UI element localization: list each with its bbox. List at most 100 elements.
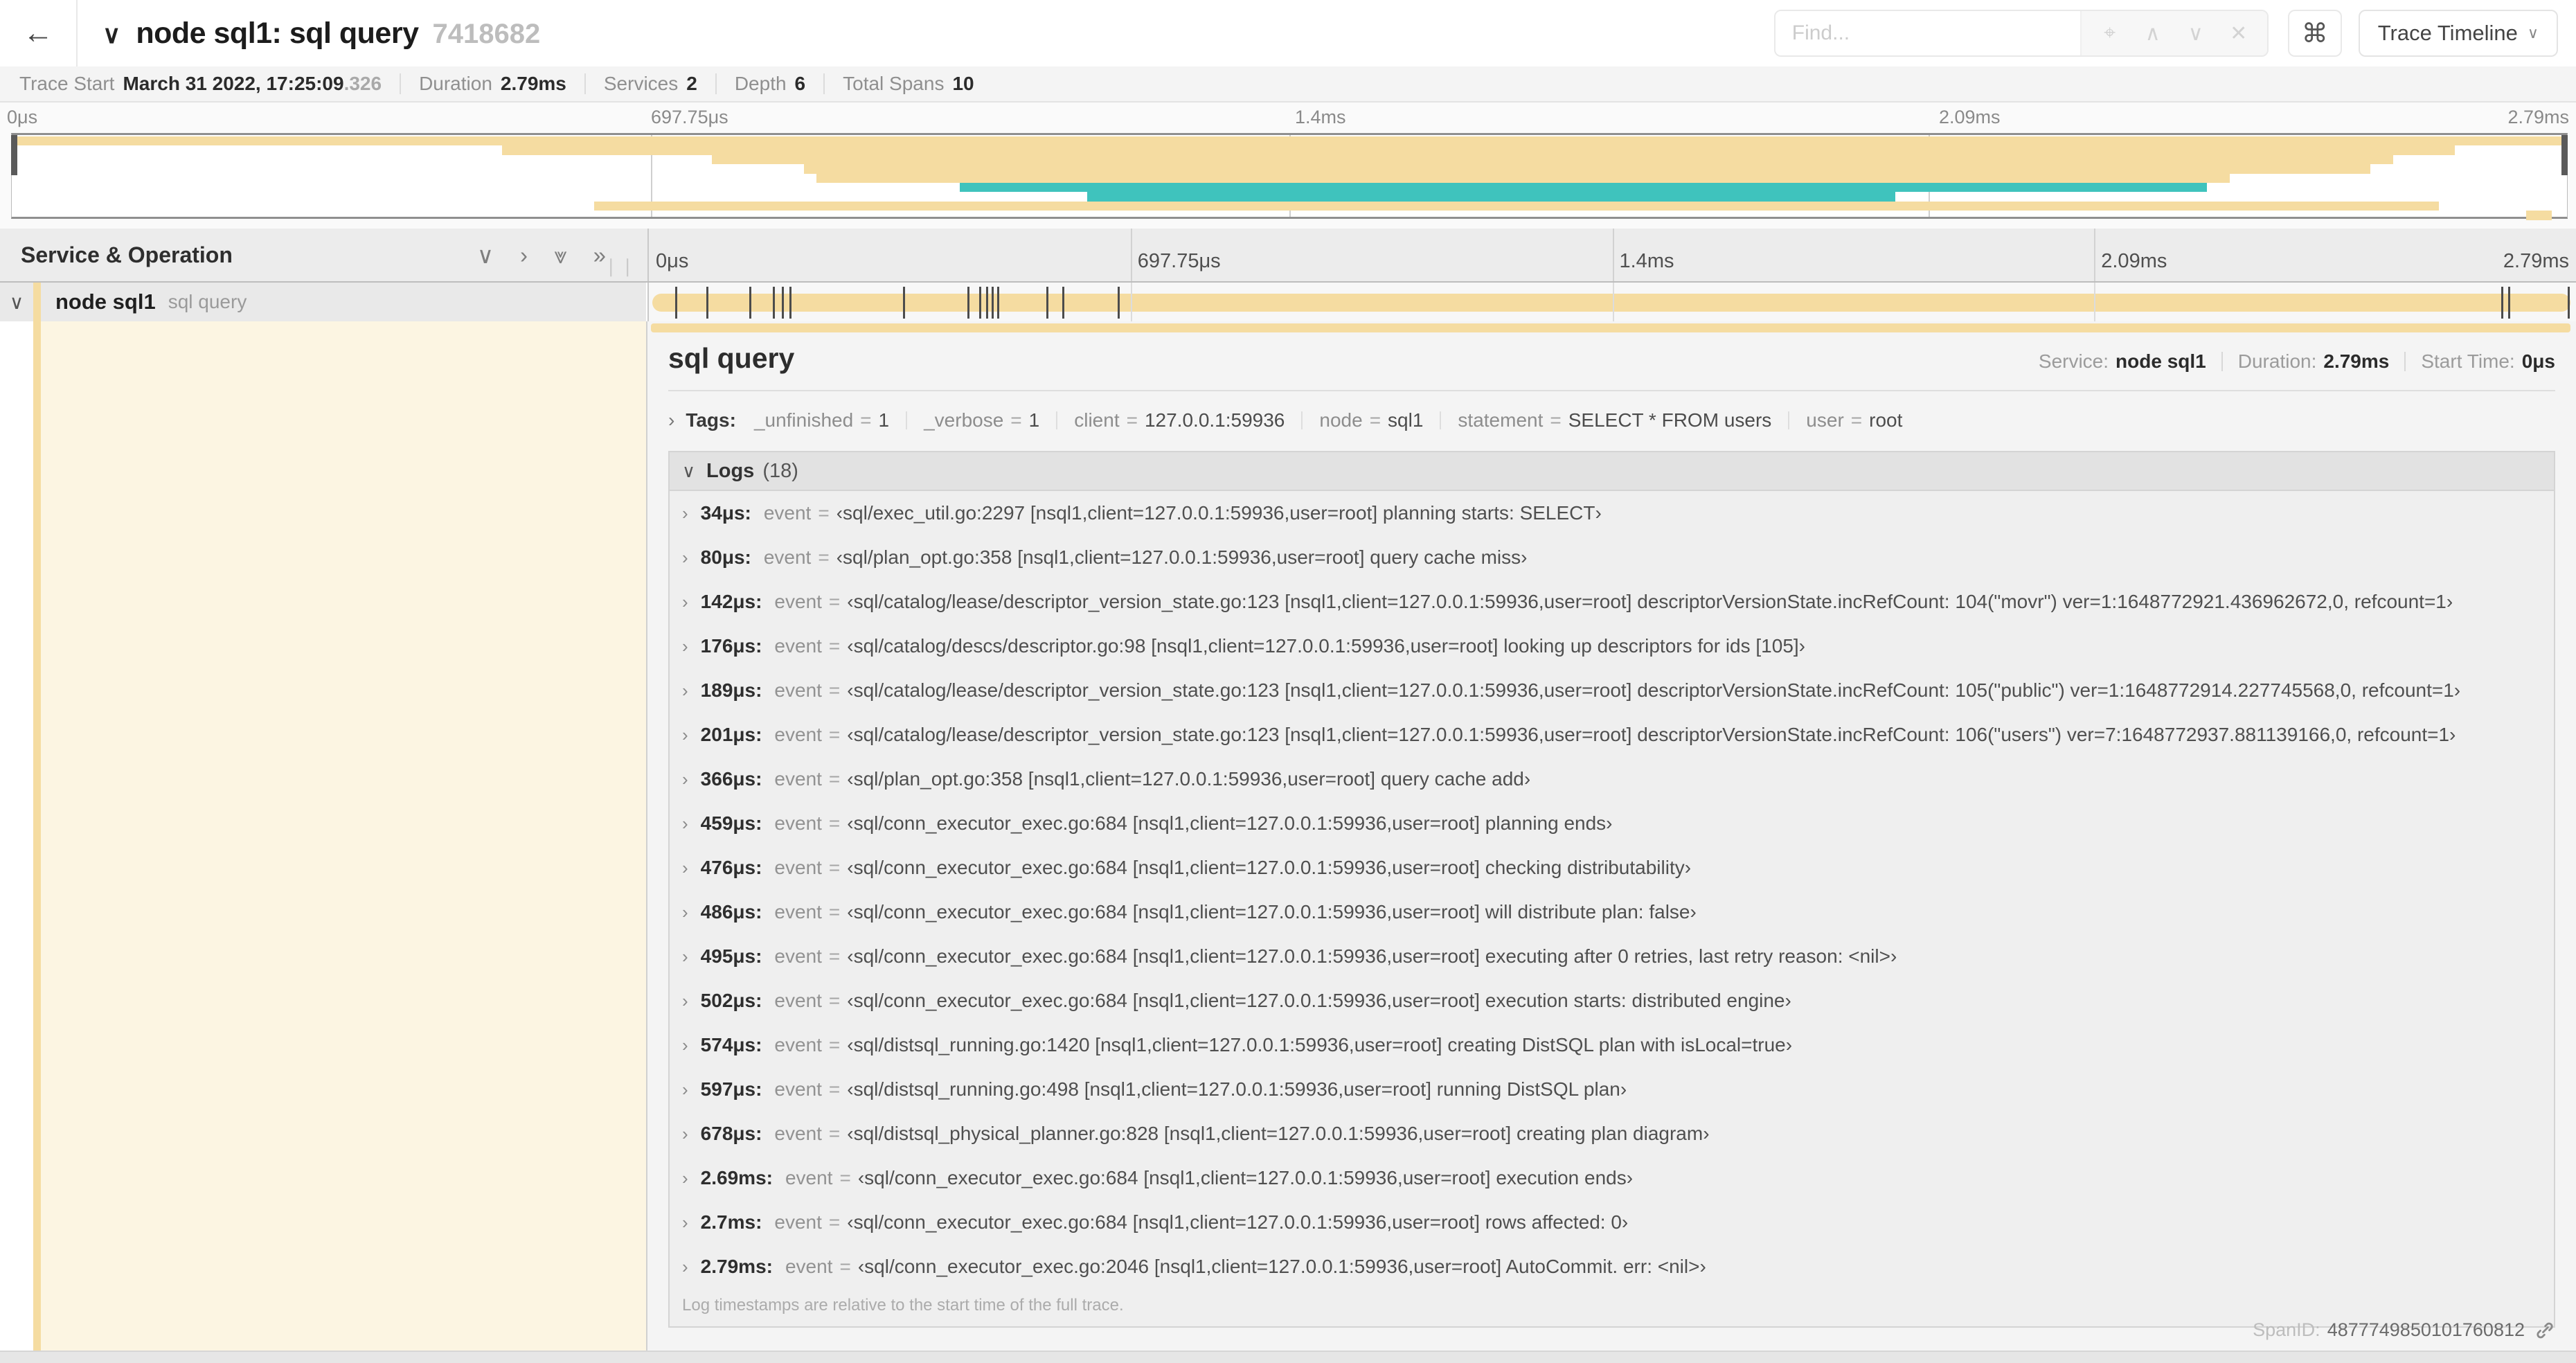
minimap-span-bar bbox=[1087, 192, 1895, 202]
log-row[interactable]: › 34μs: event = ‹sql/exec_util.go:2297 [nsql… bbox=[670, 491, 2554, 535]
logs-list: › 34μs: event = ‹sql/exec_util.go:2297 [nsql… bbox=[670, 491, 2554, 1289]
timeline-minimap: 0μs 697.75μs 1.4ms 2.09ms 2.79ms bbox=[0, 103, 2576, 229]
timeline-gridline bbox=[2094, 229, 2096, 281]
minimap-right-scrub-handle[interactable] bbox=[2561, 135, 2568, 175]
log-marker-tick[interactable] bbox=[903, 287, 906, 319]
log-row[interactable]: › 80μs: event = ‹sql/plan_opt.go:358 [nsql1,… bbox=[670, 535, 2554, 580]
log-row[interactable]: › 459μs: event = ‹sql/conn_executor_exec.go:… bbox=[670, 801, 2554, 846]
equals-sign: = bbox=[828, 1034, 841, 1055]
trace-view-dropdown[interactable]: Trace Timeline ∨ bbox=[2358, 10, 2558, 57]
span-detail-panel: sql query Service: node sql1 Duration: 2.79… bbox=[647, 321, 2576, 1351]
tag-item: client = 127.0.0.1:59936 bbox=[1074, 409, 1285, 431]
summary-value: 2.79ms bbox=[500, 73, 566, 94]
minimap-span-bar bbox=[803, 164, 2370, 174]
log-marker-tick[interactable] bbox=[781, 287, 784, 319]
log-row[interactable]: › 142μs: event = ‹sql/catalog/lease/descript… bbox=[670, 580, 2554, 624]
collapse-one-icon[interactable]: ∨ bbox=[477, 244, 494, 267]
log-marker-tick[interactable] bbox=[789, 287, 792, 319]
log-row[interactable]: › 476μs: event = ‹sql/conn_executor_exec.go:… bbox=[670, 846, 2554, 890]
chevron-right-icon: › bbox=[682, 502, 688, 524]
chevron-right-icon: › bbox=[682, 812, 688, 834]
tag-value: SELECT * FROM users bbox=[1568, 409, 1772, 431]
summary-value-fraction: .326 bbox=[343, 73, 382, 94]
log-row[interactable]: › 678μs: event = ‹sql/distsql_physical_plann… bbox=[670, 1112, 2554, 1156]
log-marker-tick[interactable] bbox=[978, 287, 981, 319]
chevron-right-icon: › bbox=[682, 546, 688, 568]
trace-collapse-icon[interactable]: ∨ bbox=[102, 20, 120, 49]
log-timestamp: 459μs: bbox=[700, 812, 762, 834]
log-field-key: event bbox=[774, 768, 822, 790]
log-marker-tick[interactable] bbox=[706, 287, 709, 319]
span-detail-duration-bar bbox=[651, 323, 2570, 332]
next-match-icon[interactable]: ∨ bbox=[2174, 21, 2217, 46]
log-field-value: ‹sql/conn_executor_exec.go:2046 [nsql1,c… bbox=[857, 1256, 1706, 1277]
span-duration-bar[interactable] bbox=[652, 287, 2570, 319]
log-row[interactable]: › 597μs: event = ‹sql/distsql_running.go:498… bbox=[670, 1067, 2554, 1112]
clear-icon[interactable]: ✕ bbox=[2217, 21, 2260, 46]
equals-sign: = bbox=[828, 591, 841, 612]
log-field-value: ‹sql/catalog/lease/descriptor_version_st… bbox=[847, 724, 2456, 745]
timeline-header-row: Service & Operation ∨ › ⩔» ❘❘ 0μs 697.75μs 1… bbox=[0, 229, 2576, 283]
prev-match-icon[interactable]: ∧ bbox=[2131, 21, 2174, 46]
equals-sign: = bbox=[860, 409, 872, 431]
logs-header[interactable]: ∨ Logs (18) bbox=[670, 452, 2554, 491]
equals-sign: = bbox=[818, 502, 830, 524]
log-row[interactable]: › 201μs: event = ‹sql/catalog/lease/descript… bbox=[670, 713, 2554, 757]
log-row[interactable]: › 495μs: event = ‹sql/conn_executor_exec.go:… bbox=[670, 934, 2554, 979]
log-marker-tick[interactable] bbox=[1118, 287, 1120, 319]
tag-item: node = sql1 bbox=[1319, 409, 1423, 431]
keyboard-shortcuts-button[interactable]: ⌘ bbox=[2287, 10, 2342, 57]
minimap-canvas[interactable] bbox=[11, 133, 2568, 220]
log-row[interactable]: › 2.79ms: event = ‹sql/conn_executor_exec.go… bbox=[670, 1245, 2554, 1289]
column-resizer-handle[interactable]: ❘❘ bbox=[603, 256, 636, 277]
log-marker-tick[interactable] bbox=[967, 287, 969, 319]
separator bbox=[584, 73, 586, 94]
minimap-left-scrub-handle[interactable] bbox=[11, 135, 17, 175]
span-row-service-cell[interactable]: ∨ node sql1 sql query bbox=[0, 283, 646, 321]
log-row[interactable]: › 574μs: event = ‹sql/distsql_running.go:142… bbox=[670, 1023, 2554, 1067]
chevron-down-icon: ∨ bbox=[682, 460, 696, 481]
log-row[interactable]: › 189μs: event = ‹sql/catalog/lease/descript… bbox=[670, 668, 2554, 713]
locate-icon[interactable]: ⌖ bbox=[2088, 21, 2131, 45]
chevron-right-icon: › bbox=[682, 1034, 688, 1055]
chevron-right-icon: › bbox=[682, 724, 688, 745]
collapse-all-icon[interactable]: ⩔ bbox=[554, 244, 567, 267]
log-marker-tick[interactable] bbox=[1062, 287, 1064, 319]
span-collapse-icon[interactable]: ∨ bbox=[0, 291, 33, 314]
log-marker-tick[interactable] bbox=[2507, 287, 2510, 319]
log-row[interactable]: › 2.69ms: event = ‹sql/conn_executor_exec.go… bbox=[670, 1156, 2554, 1200]
span-row: ∨ node sql1 sql query bbox=[0, 283, 2576, 321]
tag-key: statement bbox=[1458, 409, 1544, 431]
back-button[interactable]: ← bbox=[0, 0, 78, 66]
log-marker-tick[interactable] bbox=[772, 287, 775, 319]
timeline-gridline bbox=[1612, 283, 1614, 321]
chevron-right-icon: › bbox=[682, 679, 688, 701]
log-timestamp: 176μs: bbox=[700, 635, 762, 657]
log-field-value: ‹sql/conn_executor_exec.go:684 [nsql1,cl… bbox=[847, 857, 1692, 878]
log-marker-tick[interactable] bbox=[996, 287, 999, 319]
log-field-key: event bbox=[785, 1167, 833, 1188]
log-field-value: ‹sql/conn_executor_exec.go:684 [nsql1,cl… bbox=[857, 1167, 1634, 1188]
find-input[interactable] bbox=[1775, 11, 2080, 55]
log-marker-tick[interactable] bbox=[2568, 287, 2570, 319]
command-icon: ⌘ bbox=[2301, 19, 2328, 48]
log-marker-tick[interactable] bbox=[1046, 287, 1048, 319]
expand-one-icon[interactable]: › bbox=[520, 244, 528, 267]
log-row[interactable]: › 366μs: event = ‹sql/plan_opt.go:358 [nsql1… bbox=[670, 757, 2554, 801]
log-marker-tick[interactable] bbox=[985, 287, 988, 319]
expanded-row-tint bbox=[41, 321, 646, 1351]
log-row[interactable]: › 176μs: event = ‹sql/catalog/descs/descript… bbox=[670, 624, 2554, 668]
log-row[interactable]: › 502μs: event = ‹sql/conn_executor_exec.go:… bbox=[670, 979, 2554, 1023]
log-marker-tick[interactable] bbox=[674, 287, 677, 319]
log-marker-tick[interactable] bbox=[992, 287, 994, 319]
log-row[interactable]: › 2.7ms: event = ‹sql/conn_executor_exec.go:… bbox=[670, 1200, 2554, 1245]
log-row[interactable]: › 486μs: event = ‹sql/conn_executor_exec.go:… bbox=[670, 890, 2554, 934]
span-row-timeline-cell[interactable] bbox=[647, 283, 2576, 321]
log-field-key: event bbox=[774, 724, 822, 745]
link-icon[interactable] bbox=[2534, 1320, 2555, 1341]
tags-row[interactable]: › Tags: _unfinished = 1 _verbose = 1 client = 12… bbox=[668, 409, 2555, 431]
log-marker-tick[interactable] bbox=[2501, 287, 2503, 319]
span-id-row: SpanID: 4877749850101760812 bbox=[2253, 1319, 2555, 1341]
equals-sign: = bbox=[828, 724, 841, 745]
log-marker-tick[interactable] bbox=[749, 287, 751, 319]
